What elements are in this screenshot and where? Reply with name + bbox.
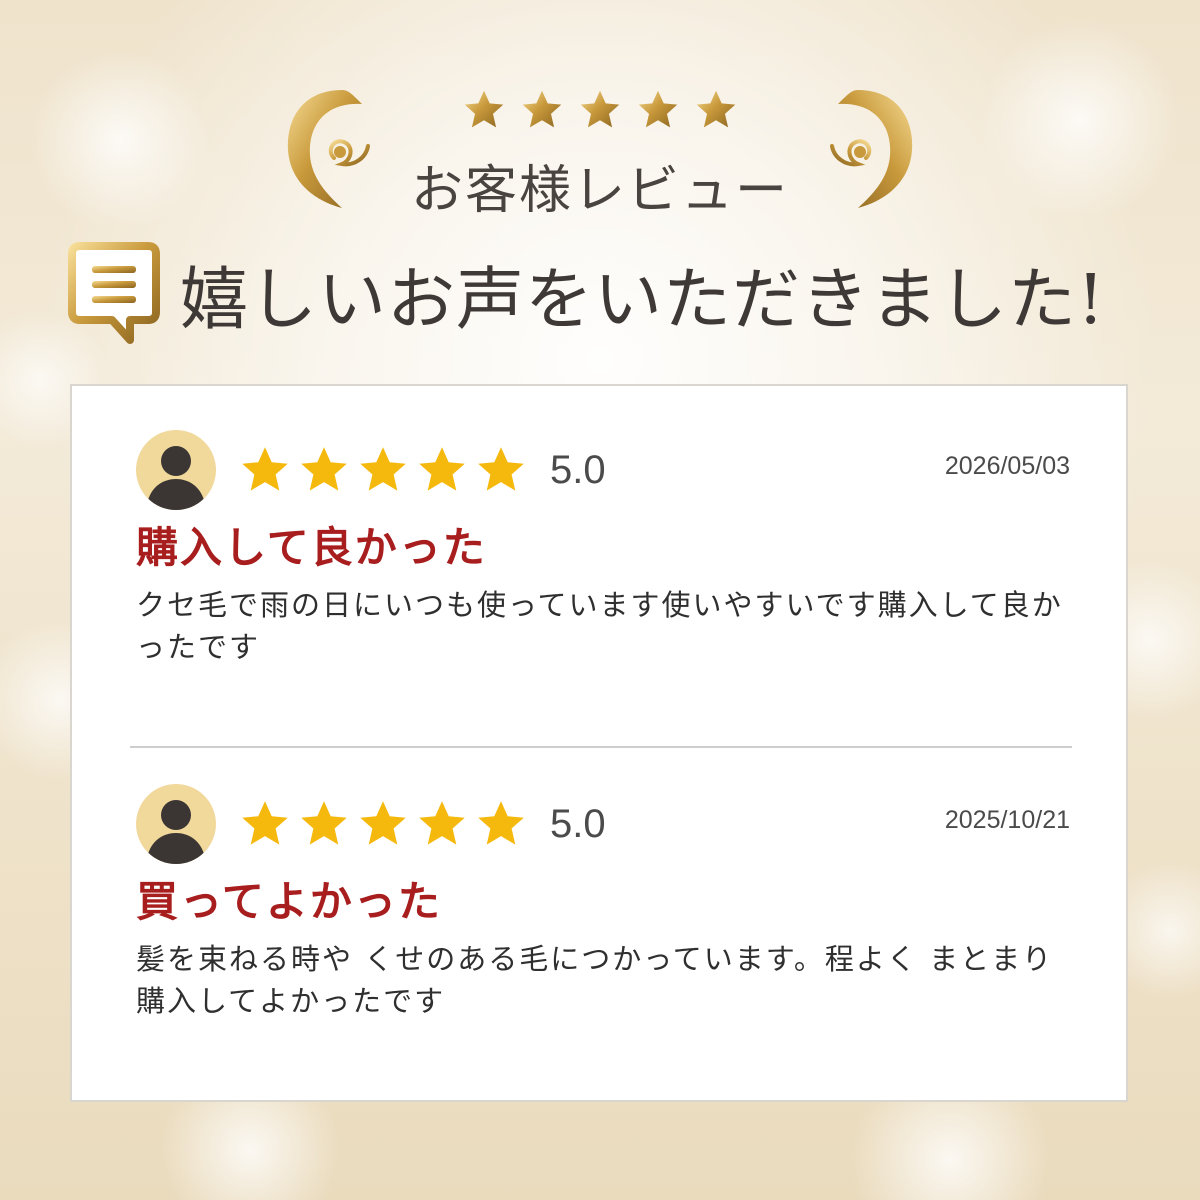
star-icon	[419, 447, 465, 491]
review-item: 5.0 2026/05/03 購入して良かった クセ毛で雨の日にいつも使っていま…	[136, 428, 1070, 668]
star-icon	[419, 801, 465, 845]
review-meta: 5.0 2025/10/21	[136, 782, 1070, 866]
reviews-card: 5.0 2026/05/03 購入して良かった クセ毛で雨の日にいつも使っていま…	[70, 384, 1128, 1102]
review-item: 5.0 2025/10/21 買ってよかった 髪を束ねる時や くせのある毛につか…	[136, 782, 1070, 1022]
star-rating	[238, 798, 528, 850]
headline-row: 嬉しいお声をいただきました!	[66, 238, 1105, 348]
star-icon	[580, 90, 620, 128]
star-icon	[242, 801, 288, 845]
star-icon	[242, 447, 288, 491]
header-star-rating	[0, 88, 1200, 132]
star-icon	[360, 801, 406, 845]
review-title: 買ってよかった	[136, 877, 442, 926]
star-icon	[522, 90, 562, 128]
star-icon	[301, 801, 347, 845]
user-avatar-icon	[136, 430, 216, 510]
rating-score: 5.0	[550, 801, 606, 846]
page-headline: 嬉しいお声をいただきました!	[180, 260, 1106, 340]
rating-score: 5.0	[550, 447, 606, 492]
header: お客様レビュー 嬉しいお声をいただきました!	[0, 0, 1200, 380]
section-label: お客様レビュー	[410, 161, 789, 221]
star-icon	[464, 90, 504, 128]
star-icon	[696, 90, 736, 128]
speech-bubble-icon	[68, 242, 160, 344]
review-divider	[130, 746, 1072, 748]
star-icon	[301, 447, 347, 491]
star-icon	[478, 447, 524, 491]
review-date: 2025/10/21	[944, 806, 1070, 834]
star-icon	[638, 90, 678, 128]
review-title: 購入して良かった	[136, 523, 487, 572]
review-body: 髪を束ねる時や くせのある毛につかっています。程よく まとまり購入してよかったで…	[136, 942, 1054, 1018]
review-meta: 5.0 2026/05/03	[136, 428, 1070, 512]
review-body: クセ毛で雨の日にいつも使っています使いやすいです購入して良かったです	[136, 588, 1063, 664]
review-date: 2026/05/03	[944, 452, 1070, 480]
star-icon	[478, 801, 524, 845]
star-rating	[238, 444, 528, 496]
user-avatar-icon	[136, 784, 216, 864]
star-icon	[360, 447, 406, 491]
